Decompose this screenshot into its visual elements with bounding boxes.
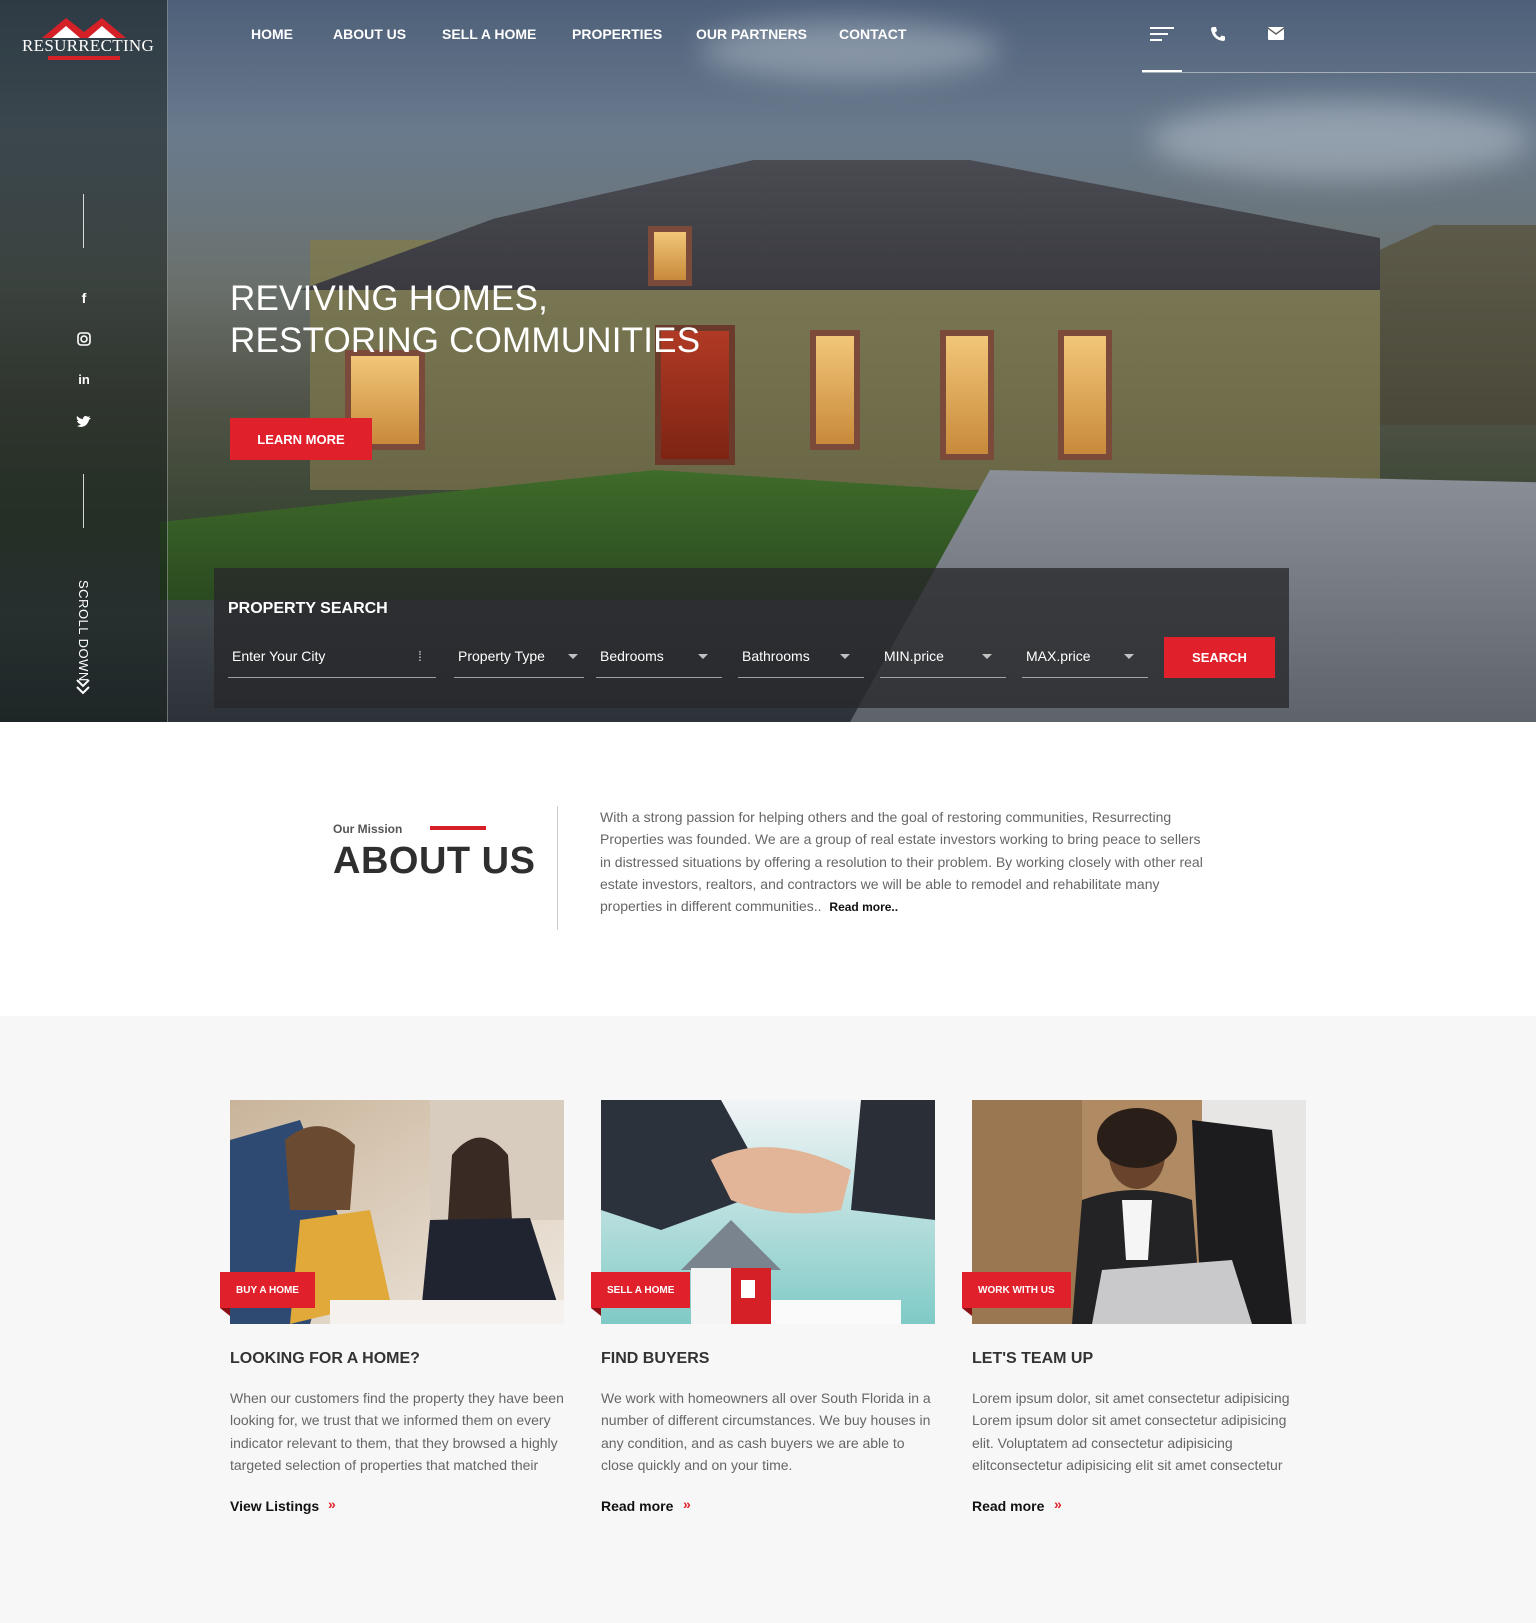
property-search-title: PROPERTY SEARCH [228,600,388,617]
about-body: With a strong passion for helping others… [600,809,1203,915]
max-price-select[interactable]: MAX.price [1022,630,1148,678]
hero-title-line2: RESTORING COMMUNITIES [230,321,701,360]
card-tag-fold [591,1308,601,1316]
min-price-select[interactable]: MIN.price [880,630,1006,678]
left-rail: RESURRECTING f in SCROLL DOWN [0,0,168,722]
chevron-double-right-icon: » [328,1496,336,1512]
menu-active-indicator [1142,70,1182,72]
hero-section: RESURRECTING f in SCROLL DOWN HOME ABOUT… [0,0,1536,722]
nav-properties[interactable]: PROPERTIES [572,26,662,42]
card-work-with-us: WORK WITH US LET'S TEAM UP Lorem ipsum d… [962,1100,1306,1540]
logo-text: RESURRECTING [22,36,155,55]
learn-more-button[interactable]: LEARN MORE [230,418,372,460]
services-section: BUY A HOME LOOKING FOR A HOME? When our … [0,1016,1536,1623]
nav-sell-a-home[interactable]: SELL A HOME [442,26,536,42]
hero-title-line1: REVIVING HOMES, [230,279,549,318]
nav-about-us[interactable]: ABOUT US [333,26,406,42]
search-button[interactable]: SEARCH [1164,637,1275,678]
scroll-down-label: SCROLL DOWN [76,580,91,682]
location-icon: ⁞ [418,648,422,664]
chevron-double-right-icon: » [1054,1496,1062,1512]
bedrooms-label: Bedrooms [600,648,664,664]
chevron-down-icon [1124,654,1134,659]
city-input-placeholder: Enter Your City [232,648,326,664]
card-sell-a-home: SELL A HOME FIND BUYERS We work with hom… [591,1100,935,1540]
chevron-double-down-icon [76,679,90,695]
property-type-label: Property Type [458,648,545,664]
city-input[interactable]: Enter Your City ⁞ [228,630,436,678]
card-text: When our customers find the property the… [230,1390,564,1473]
card-tag[interactable]: BUY A HOME [220,1272,315,1308]
about-text: With a strong passion for helping others… [600,806,1205,918]
instagram-icon[interactable] [72,329,96,349]
nav-home[interactable]: HOME [251,26,293,42]
bathrooms-select[interactable]: Bathrooms [738,630,864,678]
max-price-label: MAX.price [1026,648,1091,664]
header-actions [1142,0,1536,73]
card-tag-fold [220,1308,230,1316]
nav-contact[interactable]: CONTACT [839,26,906,42]
card-title: LOOKING FOR A HOME? [230,1350,420,1367]
about-title: ABOUT US [333,840,536,882]
chevron-double-right-icon: » [683,1496,691,1512]
twitter-icon[interactable] [72,412,96,432]
about-eyebrow: Our Mission [333,822,403,836]
card-tag[interactable]: SELL A HOME [591,1272,691,1308]
bedrooms-select[interactable]: Bedrooms [596,630,722,678]
card-buy-a-home: BUY A HOME LOOKING FOR A HOME? When our … [220,1100,564,1540]
hero-house-window [648,226,692,286]
read-more-link[interactable]: Read more [972,1498,1044,1514]
hero-title: REVIVING HOMES, RESTORING COMMUNITIES [230,278,700,362]
card-tag[interactable]: WORK WITH US [962,1272,1071,1308]
property-type-select[interactable]: Property Type [454,630,584,678]
view-listings-link[interactable]: View Listings [230,1498,319,1514]
card-title: LET'S TEAM UP [972,1350,1094,1367]
scroll-down[interactable]: SCROLL DOWN [74,580,94,695]
hero-house-window [810,330,860,450]
card-tag-fold [962,1308,972,1316]
chevron-down-icon [840,654,850,659]
logo[interactable]: RESURRECTING [22,14,155,62]
menu-icon[interactable] [1150,26,1174,47]
chevron-down-icon [698,654,708,659]
chevron-down-icon [568,654,578,659]
linkedin-icon[interactable]: in [72,370,96,390]
card-title: FIND BUYERS [601,1350,710,1367]
phone-icon[interactable] [1210,26,1226,47]
about-accent-line [430,826,486,830]
envelope-icon[interactable] [1267,27,1285,45]
about-divider [557,806,558,930]
hero-house-window [940,330,994,460]
logo-underline [48,56,120,60]
min-price-label: MIN.price [884,648,944,664]
bathrooms-label: Bathrooms [742,648,810,664]
card-text: Lorem ipsum dolor, sit amet consectetur … [972,1390,1290,1473]
hero-house-window [1058,330,1112,460]
hero-cloud [1150,100,1530,180]
hero-house-roof [300,160,1380,290]
read-more-link[interactable]: Read more [601,1498,673,1514]
rail-divider [83,194,84,248]
nav-our-partners[interactable]: OUR PARTNERS [696,26,807,42]
card-text: We work with homeowners all over South F… [601,1390,931,1473]
about-section: Our Mission ABOUT US With a strong passi… [0,722,1536,1016]
chevron-down-icon [982,654,992,659]
property-search-panel: PROPERTY SEARCH Enter Your City ⁞ Proper… [214,568,1289,708]
facebook-icon[interactable]: f [72,288,96,308]
about-read-more-link[interactable]: Read more.. [829,900,898,914]
rail-divider [83,474,84,528]
